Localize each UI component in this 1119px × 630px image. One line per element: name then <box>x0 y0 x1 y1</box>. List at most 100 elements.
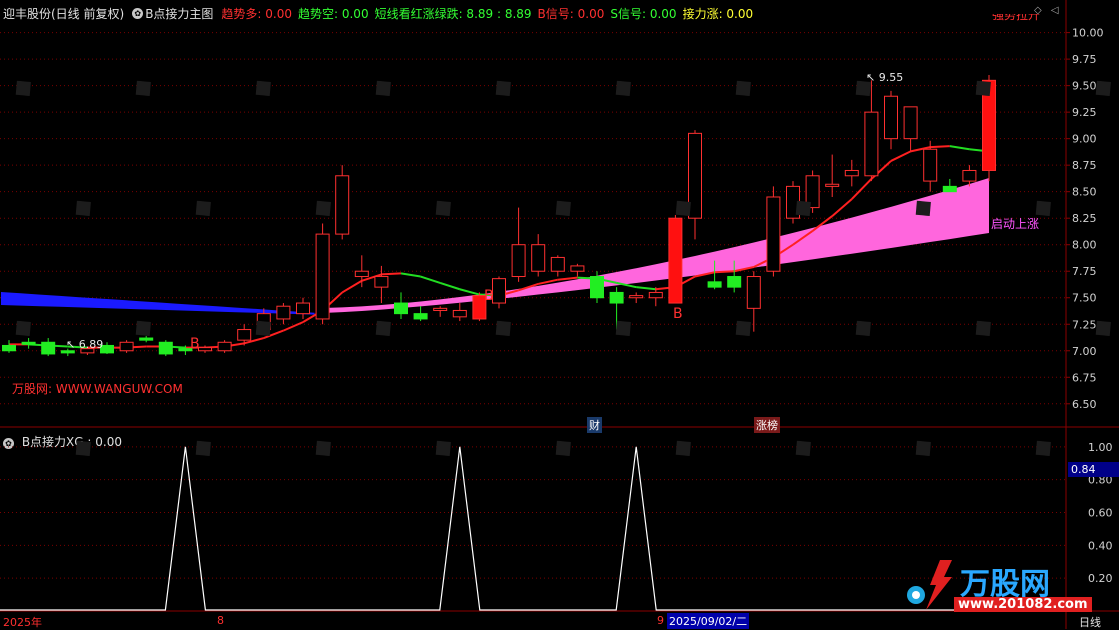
candle-body <box>844 169 859 177</box>
candle-body <box>60 350 75 354</box>
watermark-mark: ◆ <box>125 310 160 346</box>
candle-body <box>276 305 291 320</box>
ma-segment <box>890 150 912 162</box>
top-cut-label: 强势拉升 <box>992 14 1041 22</box>
candle-body <box>570 265 585 272</box>
watermark-mark: ◆ <box>65 190 100 226</box>
watermark-mark: ◆ <box>485 310 520 346</box>
candle-body <box>648 291 663 299</box>
watermark-mark: ◆ <box>5 310 40 346</box>
watermark-mark: ◆ <box>725 310 760 346</box>
candle-body <box>629 295 644 299</box>
logo-url: www.201082.com <box>954 597 1092 612</box>
low-label: ↖ 6.89 <box>66 338 104 351</box>
watermark-mark: ◆ <box>545 430 580 466</box>
ma-segment <box>283 321 304 332</box>
watermark-mark: ◆ <box>365 70 400 106</box>
watermark-mark: ◆ <box>185 190 220 226</box>
candle-body <box>198 347 212 352</box>
candle-body <box>668 217 683 304</box>
watermark-mark: ◆ <box>545 190 580 226</box>
ma-segment <box>420 275 441 284</box>
sub-value-marker: 0.84 <box>1068 462 1119 477</box>
y-tick-label: 8.75 <box>1072 159 1097 172</box>
watermark-mark: ◆ <box>1085 70 1119 106</box>
candle-body <box>903 106 918 140</box>
y-tick-label: 8.50 <box>1072 186 1097 199</box>
watermark-mark: ◆ <box>305 430 340 466</box>
ma-segment <box>851 178 873 200</box>
candle-body <box>727 276 742 288</box>
y-tick-label: 7.50 <box>1072 292 1097 305</box>
candle-body <box>766 196 781 272</box>
candle-body <box>492 278 506 304</box>
ma-segment <box>714 270 735 274</box>
y-tick-label: 9.00 <box>1072 133 1097 146</box>
ma-segment <box>400 272 421 278</box>
candle-body <box>746 276 761 309</box>
site-label: 万股网: WWW.WANGUW.COM <box>12 382 183 396</box>
candle-body <box>864 111 879 177</box>
watermark-mark: ◆ <box>965 310 1000 346</box>
watermark-mark: ◆ <box>785 430 820 466</box>
watermark-mark: ◆ <box>185 430 220 466</box>
footer-month-9: 9 <box>657 614 664 627</box>
candle-body <box>942 185 957 193</box>
logo-emblem-icon <box>907 560 952 610</box>
candle-body <box>315 233 330 320</box>
watermark-mark: ◆ <box>1085 310 1119 346</box>
candle-body <box>119 341 134 352</box>
watermark-mark: ◆ <box>1025 430 1060 466</box>
candle-body <box>590 276 604 299</box>
watermark-mark: ◆ <box>425 430 460 466</box>
ma-segment <box>636 286 656 291</box>
ma-segment <box>381 272 402 276</box>
watermark-mark: ◆ <box>5 70 40 106</box>
period-label[interactable]: 日线 <box>1079 614 1101 630</box>
b-signal: B <box>190 336 200 352</box>
ma-segment <box>459 288 480 296</box>
candle-body <box>825 183 840 187</box>
y-tick-label: 1.00 <box>1088 441 1113 454</box>
watermark-mark: ◆ <box>665 430 700 466</box>
candle-body <box>531 244 546 272</box>
chart-canvas: 10.009.759.509.259.008.758.508.258.007.7… <box>0 0 1119 629</box>
candle-body <box>511 244 526 278</box>
y-tick-label: 10.00 <box>1072 27 1104 40</box>
ma-segment <box>341 279 363 294</box>
y-tick-label: 7.75 <box>1072 265 1097 278</box>
candle-body <box>923 148 938 182</box>
candle-body <box>962 169 977 182</box>
candle-body <box>433 307 448 311</box>
support-band <box>1 292 315 315</box>
candle-body <box>41 341 56 355</box>
footer-month-8: 8 <box>217 614 224 627</box>
watermark-mark: ◆ <box>65 430 100 466</box>
candle-body <box>217 341 232 352</box>
candle-body <box>237 329 252 341</box>
y-tick-label: 8.00 <box>1072 239 1097 252</box>
candle-body <box>158 341 173 355</box>
watermark-mark: ◆ <box>905 430 940 466</box>
watermark-mark: ◆ <box>305 190 340 226</box>
cursor-date: 2025/09/02/二 <box>667 613 750 629</box>
candle-body <box>413 313 428 320</box>
finance-tag[interactable]: 财 <box>587 417 602 433</box>
ma-segment <box>439 281 461 291</box>
high-label: ↖ 9.55 <box>866 71 904 84</box>
watermark-mark: ◆ <box>485 70 520 106</box>
footer-year: 2025年 <box>3 616 42 629</box>
ma-segment <box>949 145 970 151</box>
y-tick-label: 6.75 <box>1072 371 1097 384</box>
candle-body <box>550 256 565 272</box>
candle-body <box>2 344 16 352</box>
b-signal: B <box>673 306 683 322</box>
ma-segment <box>930 145 950 149</box>
limit-up-tag[interactable]: 涨榜 <box>754 417 780 433</box>
candle-body <box>374 276 389 288</box>
watermark-mark: ◆ <box>845 310 880 346</box>
watermark-mark: ◆ <box>365 310 400 346</box>
b-signal: B <box>484 288 494 302</box>
candle-body <box>335 175 350 235</box>
y-tick-label: 9.25 <box>1072 106 1097 119</box>
